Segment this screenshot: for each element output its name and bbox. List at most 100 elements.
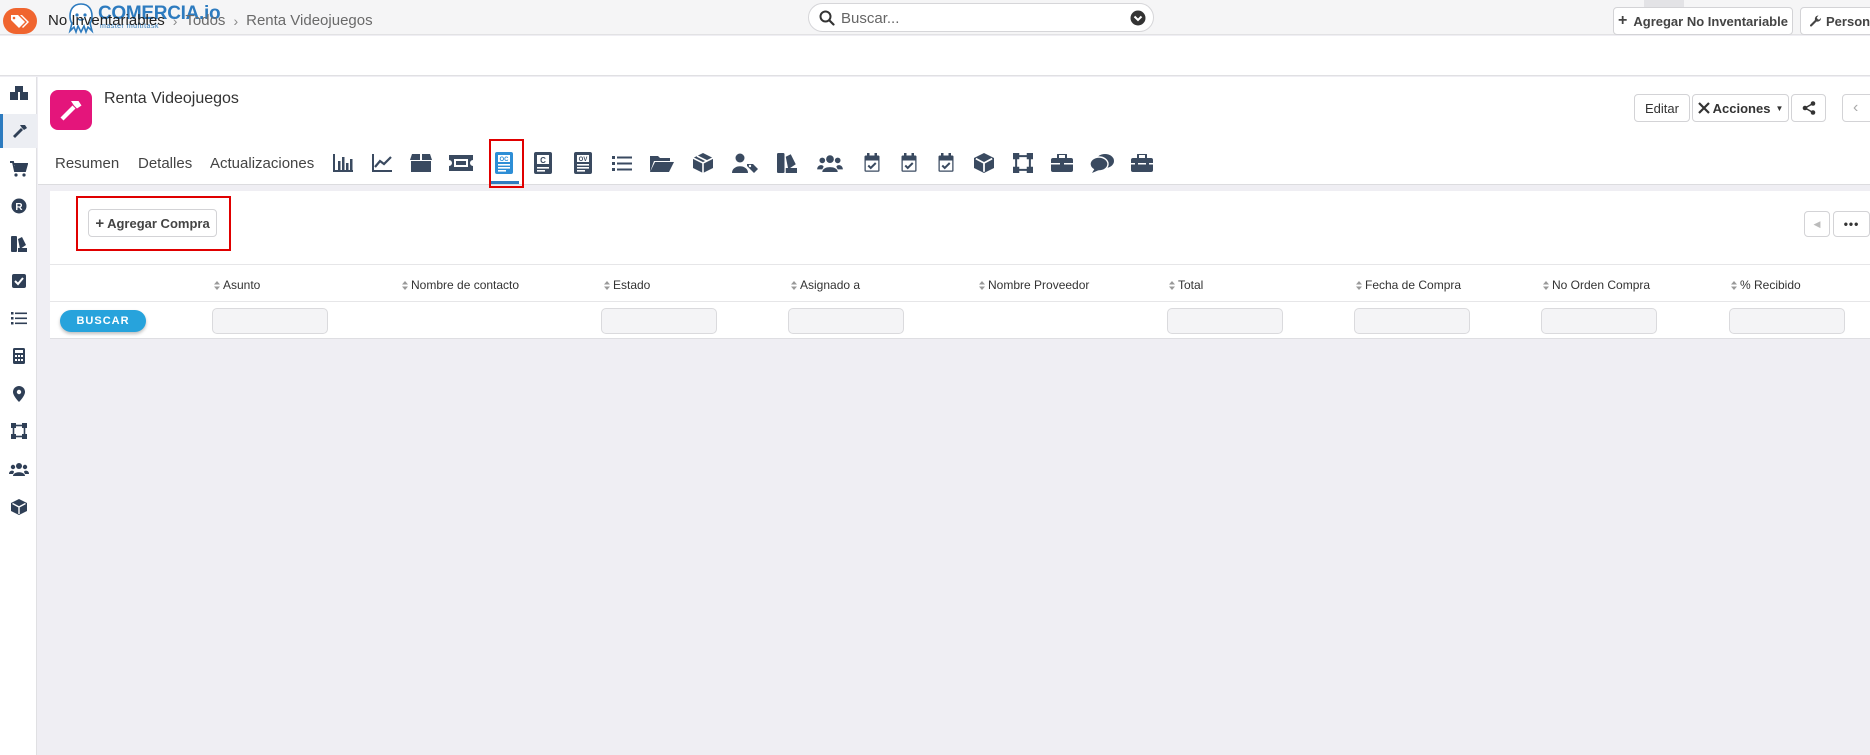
tab-box-icon[interactable] xyxy=(688,148,718,178)
sort-icon xyxy=(1543,280,1549,290)
svg-text:R: R xyxy=(15,202,23,213)
add-non-inventory-label: Agregar No Inventariable xyxy=(1633,13,1788,29)
module-badge[interactable] xyxy=(3,8,37,34)
breadcrumb-bar xyxy=(0,36,1870,76)
tab-package-icon[interactable] xyxy=(406,148,436,178)
breadcrumb-record: Renta Videojuegos xyxy=(246,12,373,29)
sort-icon xyxy=(791,280,797,290)
sidebar-item-catalog[interactable] xyxy=(0,227,37,261)
actions-dropdown-button[interactable]: Acciones ▼ xyxy=(1692,94,1789,122)
tab-chart-line-icon[interactable] xyxy=(367,148,397,178)
breadcrumb-module[interactable]: No Inventariables xyxy=(48,12,165,29)
breadcrumb-filter[interactable]: Todos xyxy=(185,12,225,29)
tab-list-icon[interactable] xyxy=(607,148,637,178)
sort-icon xyxy=(604,280,610,290)
sort-icon xyxy=(979,280,985,290)
column-header-label: Estado xyxy=(613,278,651,292)
svg-text:OV: OV xyxy=(579,157,588,163)
tab-briefcase-icon[interactable] xyxy=(1047,148,1077,178)
record-title: Renta Videojuegos xyxy=(104,90,239,107)
sort-icon xyxy=(1731,280,1737,290)
caret-down-icon: ▼ xyxy=(1775,103,1784,113)
sidebar-item-accounting[interactable] xyxy=(0,339,37,373)
column-header-contact-name[interactable]: Nombre de contacto xyxy=(402,278,519,292)
tab-cube-icon[interactable] xyxy=(969,148,999,178)
sort-icon xyxy=(214,280,220,290)
sidebar-item-locations[interactable] xyxy=(0,377,37,411)
breadcrumb: No Inventariables › Todos › Renta Videoj… xyxy=(48,12,373,29)
vector-square-icon xyxy=(10,423,27,439)
tab-calendar-check-icon[interactable] xyxy=(894,148,924,178)
column-header-status[interactable]: Estado xyxy=(604,278,650,292)
share-icon xyxy=(1802,101,1815,115)
sidebar-item-projects[interactable] xyxy=(0,414,37,448)
cart-icon xyxy=(9,161,28,177)
filter-purchase-date-input[interactable] xyxy=(1354,308,1470,334)
column-header-assigned-to[interactable]: Asignado a xyxy=(791,278,860,292)
sidebar-item-sales[interactable] xyxy=(0,152,37,186)
tab-user-tag-icon[interactable] xyxy=(730,148,760,178)
tab-folder-icon[interactable] xyxy=(647,148,677,178)
sidebar-item-inventory[interactable] xyxy=(0,490,37,524)
registered-icon: R xyxy=(11,198,26,214)
column-header-label: Asunto xyxy=(223,278,261,292)
column-header-received-pct[interactable]: % Recibido xyxy=(1731,278,1801,292)
sidebar-item-non-inventory[interactable] xyxy=(0,114,37,148)
tab-sales-order-icon[interactable]: OV xyxy=(568,148,598,178)
column-header-supplier-name[interactable]: Nombre Proveedor xyxy=(979,278,1089,292)
column-header-purchase-date[interactable]: Fecha de Compra xyxy=(1356,278,1461,292)
filter-status-input[interactable] xyxy=(601,308,717,334)
filter-total-input[interactable] xyxy=(1167,308,1283,334)
tags-icon xyxy=(11,15,29,28)
sidebar-item-contacts[interactable] xyxy=(0,452,37,486)
active-tab-indicator xyxy=(491,181,519,184)
tab-details[interactable]: Detalles xyxy=(138,155,192,172)
column-header-asunto[interactable]: Asunto xyxy=(214,278,260,292)
share-button[interactable] xyxy=(1791,94,1826,122)
filter-assigned-input[interactable] xyxy=(788,308,904,334)
hammer-icon xyxy=(13,125,27,138)
column-header-total[interactable]: Total xyxy=(1169,278,1203,292)
tab-calendar-check-icon[interactable] xyxy=(857,148,887,178)
column-header-purchase-order-no[interactable]: No Orden Compra xyxy=(1543,278,1650,292)
chevron-right-icon: › xyxy=(233,12,239,29)
sort-icon xyxy=(402,280,408,290)
tab-calendar-check-icon[interactable] xyxy=(931,148,961,178)
users-icon xyxy=(8,463,29,476)
tab-quote-icon[interactable]: C xyxy=(528,148,558,178)
tab-ticket-icon[interactable] xyxy=(446,148,476,178)
checkbox-icon xyxy=(11,274,26,288)
sidebar-item-lists[interactable] xyxy=(0,301,37,335)
global-search xyxy=(808,3,1154,32)
boxes-icon xyxy=(9,86,28,100)
tab-users-icon[interactable] xyxy=(815,148,845,178)
sidebar-item-rentals[interactable]: R xyxy=(0,189,37,223)
filter-received-input[interactable] xyxy=(1729,308,1845,334)
caret-left-icon: ◀ xyxy=(1813,218,1821,229)
list-icon xyxy=(10,312,27,325)
filter-asunto-input[interactable] xyxy=(212,308,328,334)
tab-swatch-icon[interactable] xyxy=(772,148,802,178)
tab-chart-bar-icon[interactable] xyxy=(328,148,358,178)
tab-vector-square-icon[interactable] xyxy=(1008,148,1038,178)
search-icon[interactable] xyxy=(819,10,835,26)
chevron-left-icon: ‹ xyxy=(1853,99,1859,116)
more-options-button[interactable]: ••• xyxy=(1833,211,1870,237)
edit-button[interactable]: Editar xyxy=(1634,94,1690,122)
search-button[interactable]: BUSCAR xyxy=(60,310,146,332)
add-non-inventory-button[interactable]: + Agregar No Inventariable xyxy=(1613,7,1793,35)
previous-page-button[interactable]: ◀ xyxy=(1804,211,1830,237)
customize-button[interactable]: Personalizar xyxy=(1800,7,1870,35)
tab-updates[interactable]: Actualizaciones xyxy=(210,155,314,172)
collapse-button[interactable]: ‹ xyxy=(1842,94,1870,122)
sidebar-item-products[interactable] xyxy=(0,76,37,110)
column-header-label: Fecha de Compra xyxy=(1365,278,1462,292)
chevron-down-circle-icon[interactable] xyxy=(1130,10,1146,26)
search-input[interactable] xyxy=(841,9,1111,27)
tab-comments-icon[interactable] xyxy=(1087,148,1117,178)
sidebar-item-tasks[interactable] xyxy=(0,264,37,298)
filter-purchase-order-input[interactable] xyxy=(1541,308,1657,334)
tab-toolbox-icon[interactable] xyxy=(1127,148,1157,178)
actions-label: Acciones xyxy=(1712,100,1771,116)
tab-summary[interactable]: Resumen xyxy=(55,155,119,172)
